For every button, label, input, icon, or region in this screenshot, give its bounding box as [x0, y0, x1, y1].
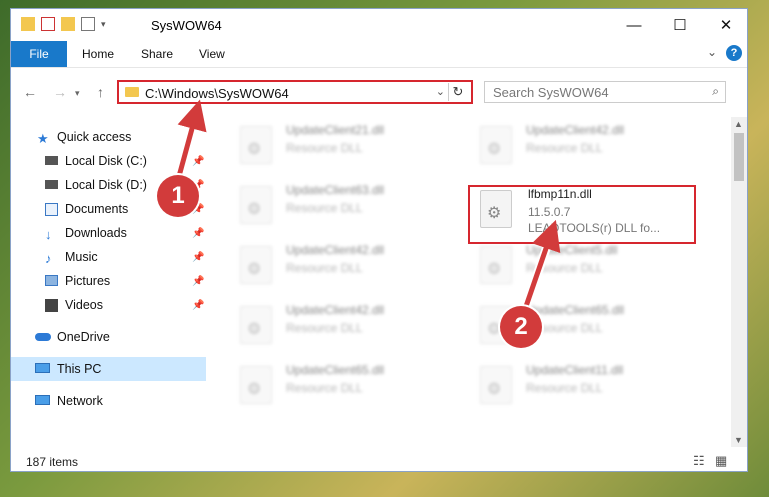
- arrow-2: [519, 219, 561, 319]
- step-marker-1: 1: [157, 175, 199, 217]
- annotation-arrows: [173, 99, 561, 320]
- step-marker-2: 2: [500, 306, 542, 348]
- arrow-1: [175, 99, 207, 181]
